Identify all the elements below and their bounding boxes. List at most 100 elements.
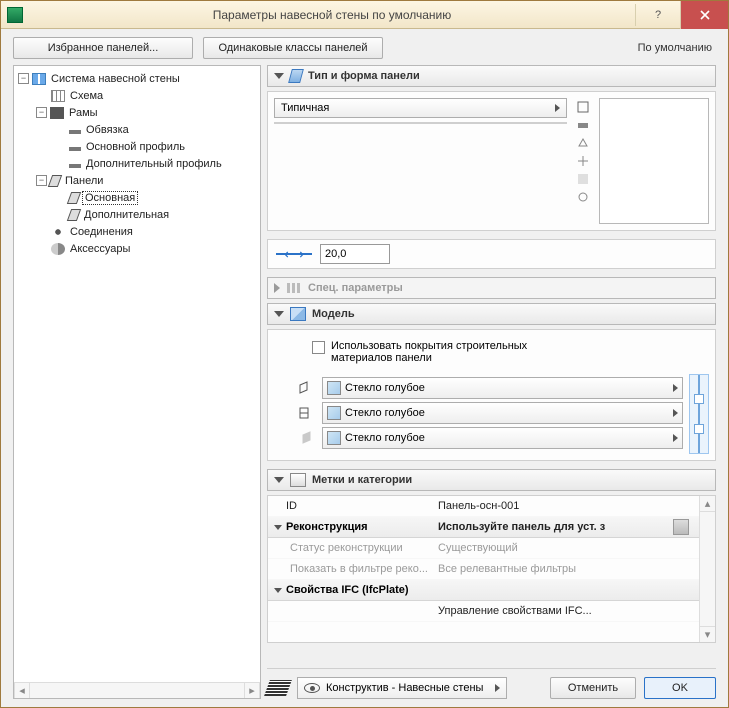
thickness-icon: ⟷ [274,245,314,263]
cell-label: Реконструкция [286,521,438,533]
layer-dropdown[interactable]: Конструктив - Навесные стены [297,677,507,699]
tree[interactable]: − Система навесной стены Схема − Рамы [14,66,260,682]
collapse-icon[interactable]: − [36,107,47,118]
chevron-down-icon [274,477,284,483]
tree-item-additional-profile[interactable]: Дополнительный профиль [16,155,258,172]
panel-type-dropdown[interactable]: Типичная [274,98,567,118]
view-mode-btn-4[interactable] [575,153,591,169]
scroll-left-icon[interactable]: ◂ [14,683,30,698]
layers-icon [264,680,292,696]
tree-item-accessories[interactable]: Аксессуары [16,240,258,257]
material-value: Стекло голубое [345,432,425,444]
tree-label: Аксессуары [68,243,132,255]
thickness-group: ⟷ [267,239,716,269]
tree-item-frames[interactable]: − Рамы [16,104,258,121]
content-pane: Тип и форма панели Типичная [267,65,716,699]
arrow-right-icon [555,104,560,112]
section-spec-params[interactable]: Спец. параметры [267,277,716,299]
panel-type-group: Типичная [267,91,716,231]
section-labels[interactable]: Метки и категории [267,469,716,491]
view-mode-btn-2[interactable] [575,117,591,133]
tree-label: Основной профиль [84,141,187,153]
material-value: Стекло голубое [345,382,425,394]
toolbar: Избранное панелей... Одинаковые классы п… [1,29,728,65]
accessories-icon [51,243,65,255]
view-mode-btn-5[interactable] [575,171,591,187]
tree-item-panels[interactable]: − Панели [16,172,258,189]
panel-type-icon [288,69,304,83]
view-mode-btn-6[interactable] [575,189,591,205]
panel-icon [67,209,81,221]
material-dropdown-3[interactable]: Стекло голубое [322,427,683,449]
model-group: Использовать покрытия строительных матер… [267,329,716,461]
tree-label: Дополнительный профиль [84,158,224,170]
table-row-ifc-manage[interactable]: Управление свойствами IFC... [268,601,699,622]
table-group-reconstruction[interactable]: Реконструкция Используйте панель для уст… [268,517,699,538]
chevron-down-icon [274,525,282,530]
table-row-filter[interactable]: Показать в фильтре реко... Все релевантн… [268,559,699,580]
collapse-icon[interactable]: − [18,73,29,84]
material-dropdown-2[interactable]: Стекло голубое [322,402,683,424]
table-row-id[interactable]: ID Панель-осн-001 [268,496,699,517]
use-building-materials-checkbox[interactable] [312,341,325,354]
dialog-window: Параметры навесной стены по умолчанию ? … [0,0,729,708]
section-title: Тип и форма панели [308,70,420,82]
close-button[interactable] [680,1,728,29]
title-bar: Параметры навесной стены по умолчанию ? [1,1,728,29]
help-button[interactable]: ? [635,4,680,26]
app-icon [7,7,23,23]
profile-icon [69,130,81,134]
ok-button[interactable]: OK [644,677,716,699]
chevron-down-icon [274,311,284,317]
material-dropdown-1[interactable]: Стекло голубое [322,377,683,399]
collapse-icon[interactable]: − [36,175,47,186]
profile-icon [69,164,81,168]
view-mode-btn-3[interactable] [575,135,591,151]
table-group-ifc[interactable]: Свойства IFC (IfcPlate) [268,580,699,601]
tree-item-main-panel[interactable]: Основная [16,189,258,206]
scheme-icon [51,90,65,102]
face-icon-1 [296,379,314,397]
table-row-status[interactable]: Статус реконструкции Существующий [268,538,699,559]
panel-icon [67,192,81,204]
checkbox-label: Использовать покрытия строительных матер… [331,340,571,364]
view-mode-btn-1[interactable] [575,99,591,115]
scroll-track[interactable] [30,683,244,698]
section-title: Метки и категории [312,474,412,486]
cell-value: Панель-осн-001 [438,500,699,512]
tree-item-additional-panel[interactable]: Дополнительная [16,206,258,223]
cell-value: Существующий [438,542,699,554]
tree-item-connections[interactable]: Соединения [16,223,258,240]
table-v-scrollbar[interactable]: ▴ ▾ [699,496,715,642]
scroll-up-icon[interactable]: ▴ [700,496,715,512]
scroll-down-icon[interactable]: ▾ [700,626,715,642]
properties-table: ID Панель-осн-001 Реконструкция Использу… [267,495,716,643]
tree-h-scrollbar[interactable]: ◂ ▸ [14,682,260,698]
frames-icon [50,107,64,119]
tree-label-selected: Основная [82,191,138,205]
eye-icon [304,683,320,693]
section-panel-type[interactable]: Тип и форма панели [267,65,716,87]
cancel-button[interactable]: Отменить [550,677,636,699]
arrow-right-icon [673,409,678,417]
tree-label: Соединения [68,226,135,238]
material-swatch-icon [327,406,341,420]
tree-item-boundary[interactable]: Обвязка [16,121,258,138]
material-swatch-icon [327,381,341,395]
face-icon-2 [296,404,314,422]
uniform-classes-button[interactable]: Одинаковые классы панелей [203,37,383,59]
spec-params-icon [286,281,302,295]
tree-item-main-profile[interactable]: Основной профиль [16,138,258,155]
tree-root[interactable]: − Система навесной стены [16,70,258,87]
external-link-icon[interactable] [673,519,689,535]
tree-label: Схема [68,90,105,102]
material-link-chain[interactable] [689,374,709,454]
thickness-input[interactable] [320,244,390,264]
favorites-button[interactable]: Избранное панелей... [13,37,193,59]
chevron-down-icon [274,588,282,593]
scroll-right-icon[interactable]: ▸ [244,683,260,698]
section-model[interactable]: Модель [267,303,716,325]
material-row-2: Стекло голубое [296,402,683,424]
tree-item-scheme[interactable]: Схема [16,87,258,104]
connections-icon [51,226,65,238]
